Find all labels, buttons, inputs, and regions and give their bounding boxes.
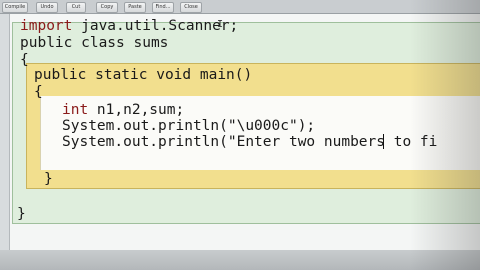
- close-button[interactable]: Close: [180, 2, 202, 13]
- code-line-7[interactable]: System.out.println("\u000c");: [62, 118, 315, 135]
- code-line-8[interactable]: System.out.println("Enter two numbers to…: [62, 134, 437, 151]
- code-text: java.util.Scanner;: [72, 18, 239, 34]
- code-line-1[interactable]: import java.util.Scanner;: [20, 18, 238, 35]
- code-line-2[interactable]: public class sums: [20, 35, 168, 52]
- code-line-10[interactable]: }: [17, 206, 26, 223]
- paste-button[interactable]: Paste: [124, 2, 146, 13]
- editor-window: Compile Undo Cut Copy Paste Find... Clos…: [0, 0, 480, 270]
- undo-button[interactable]: Undo: [36, 2, 58, 13]
- code-line-5[interactable]: {: [34, 84, 43, 101]
- find-button[interactable]: Find...: [152, 2, 174, 13]
- keyword-int: int: [62, 102, 89, 118]
- editor-gutter: [0, 14, 10, 250]
- editor-toolbar: Compile Undo Cut Copy Paste Find... Clos…: [0, 0, 480, 14]
- code-line-6[interactable]: int n1,n2,sum;: [62, 102, 184, 119]
- code-text: n1,n2,sum;: [88, 102, 185, 118]
- code-line-9[interactable]: }: [44, 171, 53, 188]
- copy-button[interactable]: Copy: [96, 2, 118, 13]
- code-line-4[interactable]: public static void main(): [34, 67, 252, 84]
- keyword-import: import: [20, 18, 73, 34]
- mouse-ibeam-cursor-icon: I: [217, 19, 224, 30]
- status-bar: [0, 250, 480, 270]
- compile-button[interactable]: Compile: [2, 2, 28, 13]
- text-caret: [383, 134, 384, 149]
- code-line-3[interactable]: {: [20, 52, 29, 69]
- cut-button[interactable]: Cut: [66, 2, 86, 13]
